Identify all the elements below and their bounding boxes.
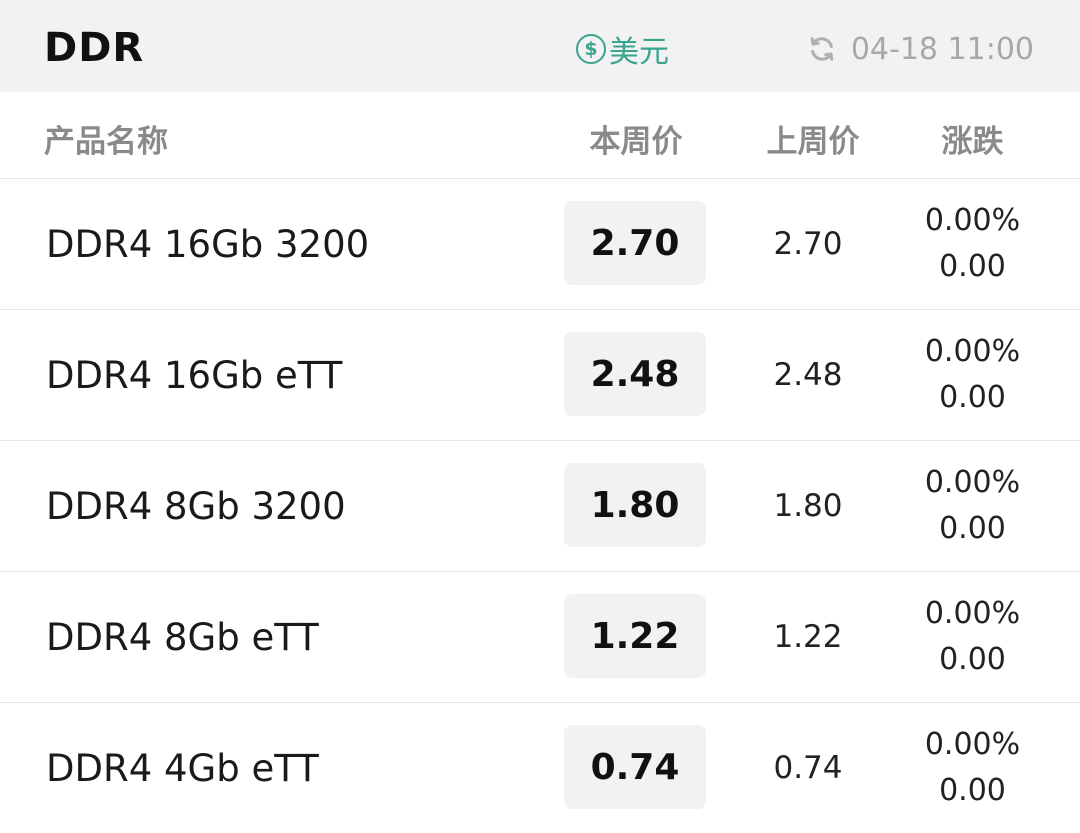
change-amount: 0.00 [939, 511, 1006, 546]
price-change: 0.00% 0.00 [905, 725, 1040, 811]
table-row[interactable]: DDR4 4Gb eTT 0.74 0.74 0.00% 0.00 [0, 703, 1080, 833]
table-row[interactable]: DDR4 8Gb eTT 1.22 1.22 0.00% 0.00 [0, 572, 1080, 703]
column-header-name[interactable]: 产品名称 [44, 116, 168, 161]
dollar-icon: $ [576, 34, 606, 64]
change-percent: 0.00% [924, 596, 1021, 631]
product-name: DDR4 16Gb 3200 [46, 222, 370, 266]
change-percent: 0.00% [924, 727, 1021, 762]
change-percent: 0.00% [924, 203, 1021, 238]
currency-selector[interactable]: $ 美元 [576, 28, 669, 70]
change-amount: 0.00 [939, 642, 1006, 677]
product-name: DDR4 8Gb 3200 [46, 484, 346, 528]
table-row[interactable]: DDR4 16Gb eTT 2.48 2.48 0.00% 0.00 [0, 310, 1080, 441]
table-header: 产品名称 本周价 上周价 涨跌 [0, 92, 1080, 179]
previous-price: 0.74 [773, 750, 843, 786]
change-percent: 0.00% [924, 334, 1021, 369]
column-header-previous-price[interactable]: 上周价 [742, 116, 884, 161]
price-change: 0.00% 0.00 [905, 201, 1040, 287]
page-title: DDR [44, 25, 145, 71]
product-name: DDR4 4Gb eTT [46, 746, 319, 790]
current-price: 2.48 [564, 332, 706, 416]
previous-price: 1.22 [773, 619, 843, 655]
product-name: DDR4 16Gb eTT [46, 353, 343, 397]
top-bar: DDR $ 美元 04-18 11:00 [0, 0, 1080, 92]
current-price: 0.74 [564, 725, 706, 809]
currency-label: 美元 [609, 35, 669, 70]
table-row[interactable]: DDR4 16Gb 3200 2.70 2.70 0.00% 0.00 [0, 179, 1080, 310]
change-percent: 0.00% [924, 465, 1021, 500]
previous-price: 2.70 [773, 226, 843, 262]
current-price: 2.70 [564, 201, 706, 285]
change-amount: 0.00 [939, 249, 1006, 284]
change-amount: 0.00 [939, 773, 1006, 808]
change-amount: 0.00 [939, 380, 1006, 415]
price-change: 0.00% 0.00 [905, 332, 1040, 418]
previous-price: 2.48 [773, 357, 843, 393]
current-price: 1.80 [564, 463, 706, 547]
update-time: 04-18 11:00 [850, 31, 1034, 67]
column-header-change[interactable]: 涨跌 [905, 116, 1040, 161]
table-row[interactable]: DDR4 8Gb 3200 1.80 1.80 0.00% 0.00 [0, 441, 1080, 572]
current-price: 1.22 [564, 594, 706, 678]
price-change: 0.00% 0.00 [905, 594, 1040, 680]
previous-price: 1.80 [773, 488, 843, 524]
column-header-current-price[interactable]: 本周价 [565, 116, 707, 161]
refresh-icon[interactable] [807, 34, 837, 64]
product-name: DDR4 8Gb eTT [46, 615, 319, 659]
update-info: 04-18 11:00 [807, 28, 1034, 70]
price-change: 0.00% 0.00 [905, 463, 1040, 549]
